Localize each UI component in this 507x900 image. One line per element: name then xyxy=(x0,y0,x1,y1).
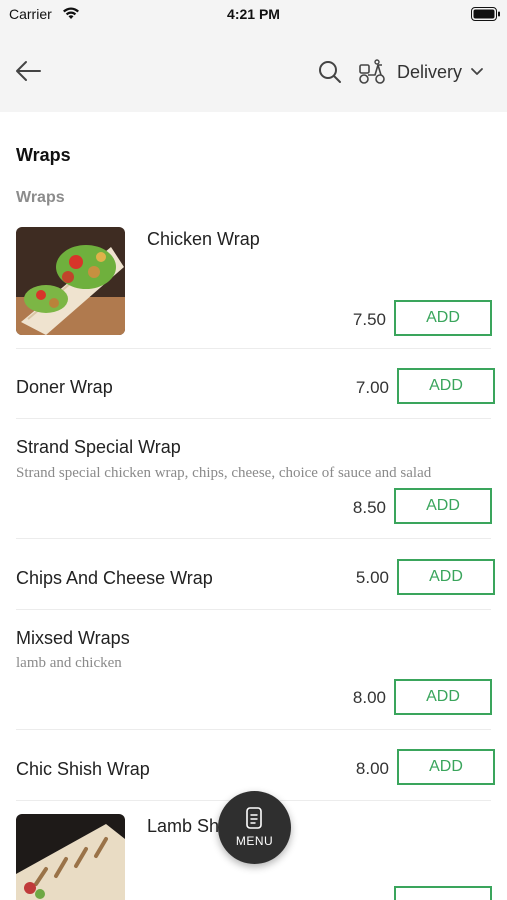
item-name: Mixsed Wraps xyxy=(16,628,130,648)
add-button[interactable]: ADD xyxy=(397,749,495,785)
back-button[interactable] xyxy=(12,56,44,86)
item-divider xyxy=(16,609,491,610)
delivery-label: Delivery xyxy=(397,61,463,82)
item-description: lamb and chicken xyxy=(16,655,122,671)
item-name: Doner Wrap xyxy=(16,377,113,397)
menu-fab-button[interactable]: MENU xyxy=(218,791,291,864)
item-description: Strand special chicken wrap, chips, chee… xyxy=(16,465,432,481)
item-name: Strand Special Wrap xyxy=(16,437,181,457)
menu-list-icon xyxy=(246,807,262,829)
add-button[interactable]: ADD xyxy=(394,488,492,524)
item-name: Chic Shish Wrap xyxy=(16,759,150,779)
item-name: Lamb Shi xyxy=(147,816,224,836)
chevron-down-icon xyxy=(471,68,483,75)
item-name: Chips And Cheese Wrap xyxy=(16,568,213,588)
add-button[interactable]: ADD xyxy=(394,300,492,336)
item-price: 7.50 xyxy=(352,310,386,329)
scooter-icon xyxy=(359,59,385,84)
add-button[interactable]: ADD xyxy=(397,559,495,595)
search-button[interactable] xyxy=(317,59,343,85)
menu-fab-label: MENU xyxy=(235,834,274,848)
search-icon xyxy=(319,61,341,83)
item-divider xyxy=(16,418,491,419)
category-title: Wraps xyxy=(16,189,65,206)
section-title: Wraps xyxy=(16,145,71,165)
item-price: 5.00 xyxy=(355,568,389,587)
item-name: Chicken Wrap xyxy=(147,229,260,249)
chicken-wrap-image[interactable] xyxy=(16,227,125,335)
item-divider xyxy=(16,348,491,349)
nav-bar: Delivery xyxy=(0,30,507,112)
add-button[interactable]: ADD xyxy=(397,368,495,404)
add-button[interactable] xyxy=(394,886,492,900)
item-price: 7.00 xyxy=(355,378,389,397)
item-price: 8.00 xyxy=(352,688,386,707)
item-price: 8.50 xyxy=(352,498,386,517)
item-divider xyxy=(16,538,491,539)
battery-icon xyxy=(471,7,501,26)
item-divider xyxy=(16,729,491,730)
back-arrow-icon xyxy=(16,61,41,81)
status-bar: Carrier 4:21 PM xyxy=(0,0,507,30)
delivery-selector[interactable]: Delivery xyxy=(357,56,484,88)
add-button[interactable]: ADD xyxy=(394,679,492,715)
item-price: 8.00 xyxy=(355,759,389,778)
clock-label: 4:21 PM xyxy=(227,6,280,22)
lamb-wrap-image[interactable] xyxy=(16,814,125,900)
